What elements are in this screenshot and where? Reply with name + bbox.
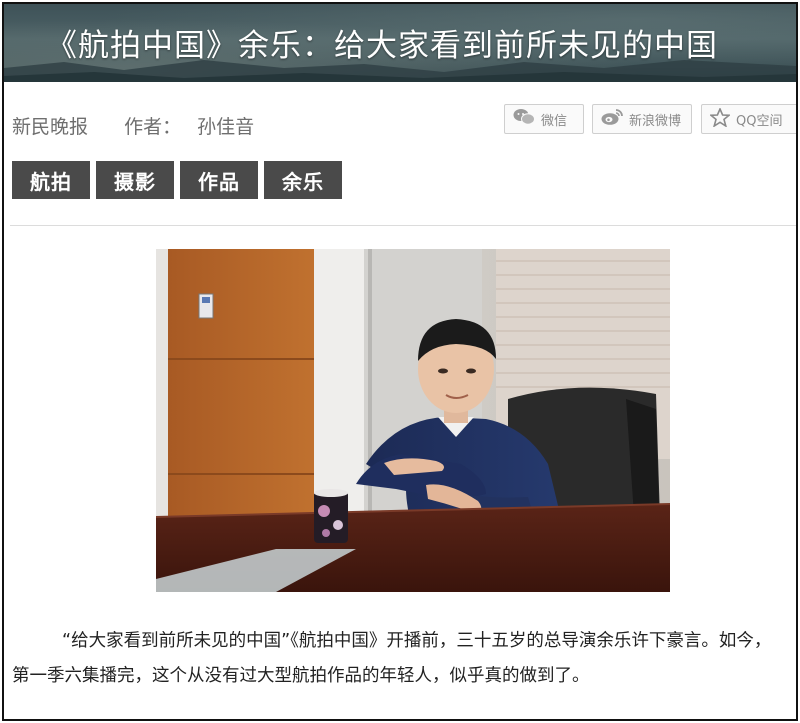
qzone-star-icon bbox=[708, 106, 732, 131]
article-photo bbox=[156, 249, 670, 592]
title-banner: 《航拍中国》余乐：给大家看到前所未见的中国 bbox=[4, 4, 796, 82]
tag-item[interactable]: 余乐 bbox=[264, 161, 342, 199]
photo-illustration bbox=[156, 249, 670, 592]
share-weibo-button[interactable]: 新浪微博 bbox=[592, 104, 692, 134]
share-weibo-label: 新浪微博 bbox=[629, 113, 682, 129]
divider bbox=[10, 225, 796, 226]
tag-item[interactable]: 摄影 bbox=[96, 161, 174, 199]
author-name: 孙佳音 bbox=[197, 116, 255, 138]
paragraph-line: 第一季六集播完，这个从没有过大型航拍作品的年轻人，似乎真的做到了。 bbox=[12, 666, 590, 686]
share-qzone-button[interactable]: QQ空间 bbox=[701, 104, 796, 134]
page-title: 《航拍中国》余乐：给大家看到前所未见的中国 bbox=[46, 28, 718, 64]
article-meta: 新民晚报 作者： 孙佳音 bbox=[12, 112, 254, 139]
share-wechat-label: 微信 bbox=[541, 113, 568, 129]
tag-item[interactable]: 航拍 bbox=[12, 161, 90, 199]
tag-list: 航拍 摄影 作品 余乐 bbox=[12, 161, 342, 199]
article-body: “给大家看到前所未见的中国”《航拍中国》开播前，三十五岁的总导演余乐许下豪言。如… bbox=[12, 624, 796, 694]
tag-item[interactable]: 作品 bbox=[180, 161, 258, 199]
share-wechat-button[interactable]: 微信 bbox=[504, 104, 584, 134]
share-qzone-label: QQ空间 bbox=[736, 113, 783, 129]
author-label: 作者： bbox=[124, 116, 182, 138]
weibo-icon bbox=[601, 108, 623, 130]
paragraph-line: “给大家看到前所未见的中国”《航拍中国》开播前，三十五岁的总导演余乐许下豪言。如… bbox=[62, 631, 772, 651]
article-frame: 《航拍中国》余乐：给大家看到前所未见的中国 新民晚报 作者： 孙佳音 微信 新浪… bbox=[2, 2, 798, 721]
source-name: 新民晚报 bbox=[12, 116, 89, 138]
wechat-icon bbox=[513, 108, 535, 130]
